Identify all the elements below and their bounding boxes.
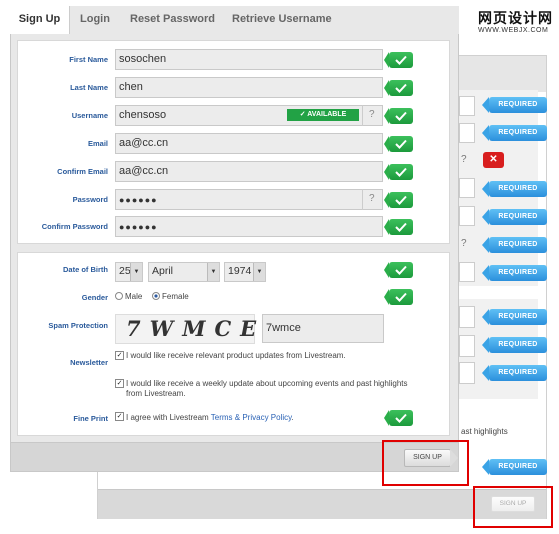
highlight-box — [473, 486, 553, 528]
terms-link[interactable]: Terms & Privacy Policy — [211, 413, 292, 422]
background-input — [459, 178, 475, 198]
email-label: Email — [87, 139, 108, 148]
last-name-field[interactable]: chen — [115, 77, 383, 98]
required-badge: REQUIRED — [482, 365, 547, 381]
confirm-email-field[interactable]: aa@cc.cn — [115, 161, 383, 182]
last-name-label: Last Name — [70, 83, 108, 92]
newsletter-label: Newsletter — [70, 358, 108, 367]
first-name-label: First Name — [69, 55, 108, 64]
background-input — [459, 206, 475, 226]
watermark-title: 网页设计网 — [478, 10, 553, 26]
dob-year-value: 1974 — [228, 265, 252, 277]
gender-label: Gender — [81, 293, 108, 302]
radio-selected-icon[interactable] — [152, 292, 160, 300]
required-badge: REQUIRED — [482, 97, 547, 113]
spam-protection-label: Spam Protection — [48, 321, 108, 330]
email-field[interactable]: aa@cc.cn — [115, 133, 383, 154]
terms-text-prefix: I agree with Livestream — [126, 413, 211, 422]
newsletter-weekly-checkbox[interactable]: ✓ — [115, 379, 124, 388]
watermark-url: WWW.WEBJX.COM — [478, 27, 549, 34]
dob-month-value: April — [152, 265, 174, 277]
confirm-password-field[interactable]: ●●●●●● — [115, 216, 383, 237]
confirm-email-label: Confirm Email — [57, 167, 108, 176]
chevron-down-icon: ▼ — [130, 263, 142, 281]
tab-login[interactable]: Login — [80, 6, 110, 34]
background-input — [459, 123, 475, 143]
newsletter-weekly-text: I would like receive a weekly update abo… — [126, 379, 408, 388]
required-badge: REQUIRED — [482, 237, 547, 253]
confirm-password-label: Confirm Password — [41, 222, 108, 231]
valid-check-icon — [384, 108, 413, 124]
error-badge: ✕ — [483, 152, 504, 168]
required-badge: REQUIRED — [482, 337, 547, 353]
captcha-image: 7WMCE — [115, 314, 256, 344]
terms-text: I agree with Livestream Terms & Privacy … — [126, 413, 386, 423]
valid-check-icon — [384, 219, 413, 235]
password-help-icon[interactable]: ? — [369, 193, 375, 204]
valid-check-icon — [384, 80, 413, 96]
fine-print-label: Fine Print — [73, 414, 108, 423]
username-label: Username — [71, 111, 108, 120]
dob-label: Date of Birth — [63, 265, 108, 274]
required-badge: REQUIRED — [482, 459, 547, 475]
gender-male-option[interactable]: Male — [115, 292, 142, 301]
tab-bar: Sign Up Login Reset Password Retrieve Us… — [10, 6, 459, 34]
background-input — [459, 306, 475, 328]
gender-female-label: Female — [162, 292, 189, 301]
valid-check-icon — [384, 136, 413, 152]
terms-checkbox[interactable]: ✓ — [115, 412, 124, 421]
valid-check-icon — [384, 289, 413, 305]
newsletter-product-text: I would like receive relevant product up… — [126, 351, 346, 360]
captcha-field[interactable]: 7wmce — [262, 314, 384, 343]
gender-male-label: Male — [125, 292, 143, 301]
chevron-down-icon: ▼ — [207, 263, 219, 281]
highlight-box — [382, 440, 469, 486]
dob-year-select[interactable]: 1974 ▼ — [224, 262, 266, 282]
tab-retrieve-username[interactable]: Retrieve Username — [232, 6, 332, 34]
background-newsletter-text: ast highlights — [461, 427, 508, 436]
required-badge: REQUIRED — [482, 309, 547, 325]
first-name-field[interactable]: sosochen — [115, 49, 383, 70]
valid-check-icon — [384, 52, 413, 68]
dob-day-select[interactable]: 25 ▼ — [115, 262, 143, 282]
background-input — [459, 362, 475, 384]
dob-month-select[interactable]: April ▼ — [148, 262, 220, 282]
required-badge: REQUIRED — [482, 125, 547, 141]
valid-check-icon — [384, 164, 413, 180]
newsletter-product-checkbox[interactable]: ✓ — [115, 351, 124, 360]
tab-reset-password[interactable]: Reset Password — [130, 6, 215, 34]
terms-text-suffix: . — [291, 413, 294, 422]
background-help-icon: ? — [461, 238, 467, 249]
chevron-down-icon: ▼ — [253, 263, 265, 281]
tab-sign-up[interactable]: Sign Up — [10, 6, 70, 34]
password-label: Password — [72, 195, 108, 204]
password-field[interactable]: ●●●●●● — [115, 189, 383, 210]
valid-check-icon — [384, 192, 413, 208]
required-badge: REQUIRED — [482, 181, 547, 197]
gender-female-option[interactable]: Female — [152, 292, 189, 301]
required-badge: REQUIRED — [482, 265, 547, 281]
valid-check-icon — [384, 262, 413, 278]
dob-day-value: 25 — [119, 265, 131, 277]
username-help-icon[interactable]: ? — [369, 109, 375, 120]
background-input — [459, 96, 475, 116]
newsletter-weekly-text-cont: from Livestream. — [126, 389, 186, 398]
background-input — [459, 262, 475, 282]
background-help-icon: ? — [461, 154, 467, 165]
required-badge: REQUIRED — [482, 209, 547, 225]
background-input — [459, 335, 475, 357]
radio-icon[interactable] — [115, 292, 123, 300]
available-badge: ✓ AVAILABLE — [287, 109, 359, 121]
valid-check-icon — [384, 410, 413, 426]
